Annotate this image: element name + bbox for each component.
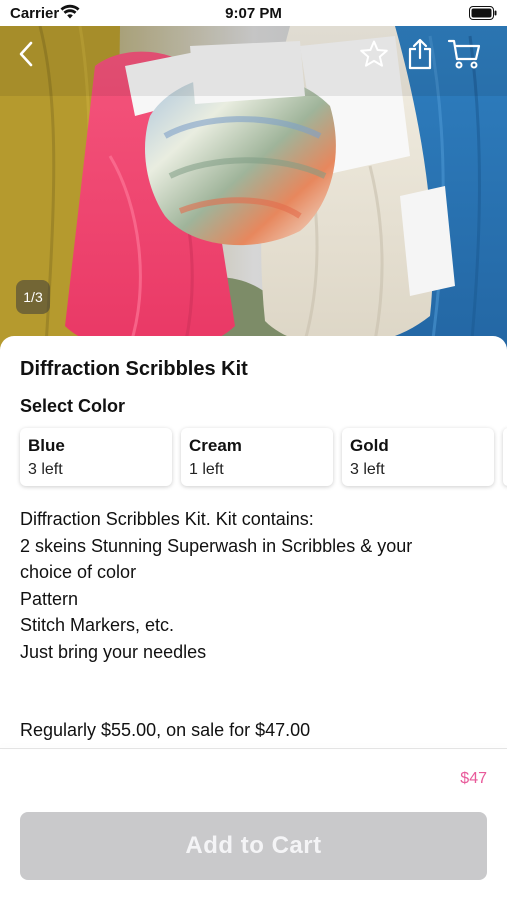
status-bar: Carrier 9:07 PM <box>0 0 507 26</box>
yarn-product-photo <box>0 26 507 361</box>
color-option-stock: 3 left <box>28 461 63 478</box>
image-page-indicator: 1/3 <box>16 280 50 314</box>
color-option-name: Cream <box>189 436 242 455</box>
description-line: Just bring your needles <box>20 641 207 662</box>
description-line: 2 skeins Stunning Superwash in Scribbles… <box>20 535 413 556</box>
description-line: choice of color <box>20 562 137 582</box>
footer-price: $47 <box>460 770 487 787</box>
color-options: Blue 3 left Cream 1 left Gold 3 left <box>20 428 507 492</box>
battery-icon <box>469 6 497 20</box>
back-chevron-icon <box>19 41 33 67</box>
color-option-next-partial[interactable] <box>503 428 507 486</box>
color-option-blue[interactable]: Blue 3 left <box>20 428 172 486</box>
back-button[interactable] <box>8 36 44 72</box>
description-line: Stitch Markers, etc. <box>20 615 175 635</box>
product-description: Diffraction Scribbles Kit. Kit contains:… <box>20 506 490 665</box>
color-option-name: Blue <box>28 436 65 455</box>
color-option-stock: 3 left <box>350 461 385 478</box>
favorite-button[interactable] <box>356 36 392 72</box>
product-detail-sheet[interactable]: Diffraction Scribbles Kit Select Color B… <box>0 336 507 748</box>
cart-button[interactable] <box>446 36 482 72</box>
share-button[interactable] <box>402 36 438 72</box>
product-title: Diffraction Scribbles Kit <box>20 358 248 380</box>
color-option-name: Gold <box>350 436 389 455</box>
description-line: Pattern <box>20 588 79 609</box>
description-line: Diffraction Scribbles Kit. Kit contains: <box>20 509 314 529</box>
color-option-stock: 1 left <box>189 461 224 478</box>
select-color-heading: Select Color <box>20 396 126 416</box>
color-option-cream[interactable]: Cream 1 left <box>181 428 333 486</box>
status-time: 9:07 PM <box>225 5 282 22</box>
share-icon <box>408 38 432 70</box>
footer-divider <box>0 748 507 749</box>
star-icon <box>360 40 388 67</box>
product-image-carousel[interactable]: 1/3 <box>0 26 507 361</box>
add-to-cart-button[interactable]: Add to Cart <box>20 812 487 880</box>
price-note: Regularly $55.00, on sale for $47.00 <box>20 720 311 740</box>
cart-icon <box>447 39 481 69</box>
color-option-gold[interactable]: Gold 3 left <box>342 428 494 486</box>
